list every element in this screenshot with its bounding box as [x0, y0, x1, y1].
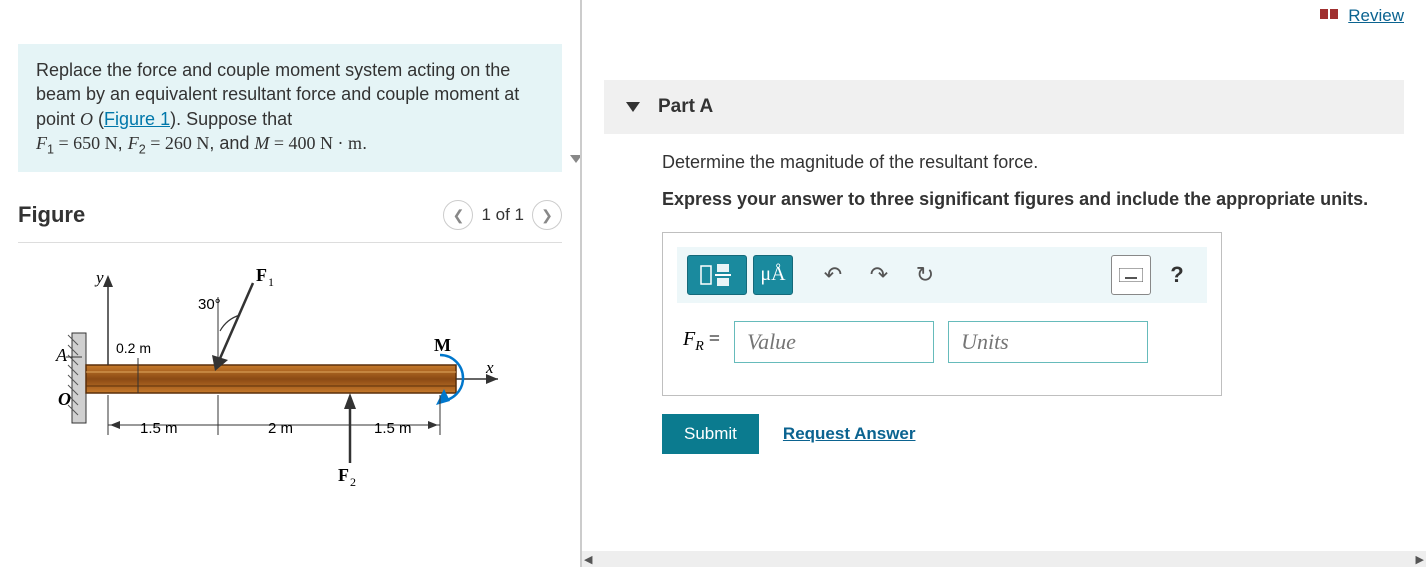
label-F2: F [338, 465, 349, 485]
label-angle: 30° [198, 296, 221, 313]
f1-var: F [36, 133, 47, 153]
question-instruction: Express your answer to three significant… [662, 187, 1404, 211]
units-input[interactable] [948, 321, 1148, 363]
m-var: M [254, 133, 269, 153]
axis-x-label: x [485, 358, 494, 377]
figure-title: Figure [18, 202, 85, 228]
undo-button[interactable]: ↶ [813, 255, 853, 295]
scroll-right-icon: ▶ [1416, 553, 1424, 566]
point-O: O [80, 109, 93, 129]
dim-15m-b: 1.5 m [374, 420, 412, 437]
help-button[interactable]: ? [1157, 255, 1197, 295]
request-answer-link[interactable]: Request Answer [783, 424, 916, 444]
figure-viewport: y x A O F 1 [18, 242, 562, 522]
value-input[interactable] [734, 321, 934, 363]
label-A: A [55, 345, 68, 365]
m-val: = 400 N · m [269, 133, 362, 153]
review-link[interactable]: Review [1348, 6, 1404, 25]
label-F1-sub: 1 [268, 275, 274, 289]
part-header[interactable]: Part A [604, 80, 1404, 134]
redo-button[interactable]: ↷ [859, 255, 899, 295]
figure-next-button[interactable]: ❯ [532, 200, 562, 230]
answer-toolbar: μÅ ↶ ↷ ↻ ? [677, 247, 1207, 303]
answer-box: μÅ ↶ ↷ ↻ ? FR = [662, 232, 1222, 396]
axis-y-label: y [94, 268, 104, 287]
figure-link[interactable]: Figure 1 [104, 109, 170, 129]
part-title: Part A [658, 96, 713, 118]
review-icon [1320, 7, 1340, 26]
label-O: O [58, 389, 71, 409]
suppose-text: . Suppose that [176, 109, 292, 129]
horizontal-scrollbar[interactable]: ◀ ▶ [582, 551, 1426, 567]
submit-button[interactable]: Submit [662, 414, 759, 454]
f2-val: = 260 N [146, 133, 210, 153]
reset-button[interactable]: ↻ [905, 255, 945, 295]
f1-sub: 1 [47, 142, 54, 156]
problem-statement: Replace the force and couple moment syst… [18, 44, 562, 172]
figure-prev-button[interactable]: ❮ [443, 200, 473, 230]
f1-val: = 650 N [54, 133, 118, 153]
figure-diagram: y x A O F 1 [38, 253, 498, 493]
figure-count: 1 of 1 [481, 205, 524, 225]
question-prompt: Determine the magnitude of the resultant… [662, 152, 1404, 173]
caret-down-icon [626, 102, 640, 112]
keyboard-button[interactable] [1111, 255, 1151, 295]
f2-sub: 2 [139, 142, 146, 156]
units-button[interactable]: μÅ [753, 255, 793, 295]
label-M: M [434, 335, 451, 355]
variable-label: FR = [683, 328, 720, 355]
label-F1: F [256, 265, 267, 285]
dim-2m: 2 m [268, 420, 293, 437]
f2-var: F [128, 133, 139, 153]
label-F2-sub: 2 [350, 475, 356, 489]
dim-15m-a: 1.5 m [140, 420, 178, 437]
dim-02m: 0.2 m [116, 340, 151, 356]
scroll-left-icon: ◀ [584, 553, 592, 566]
template-button[interactable] [687, 255, 747, 295]
